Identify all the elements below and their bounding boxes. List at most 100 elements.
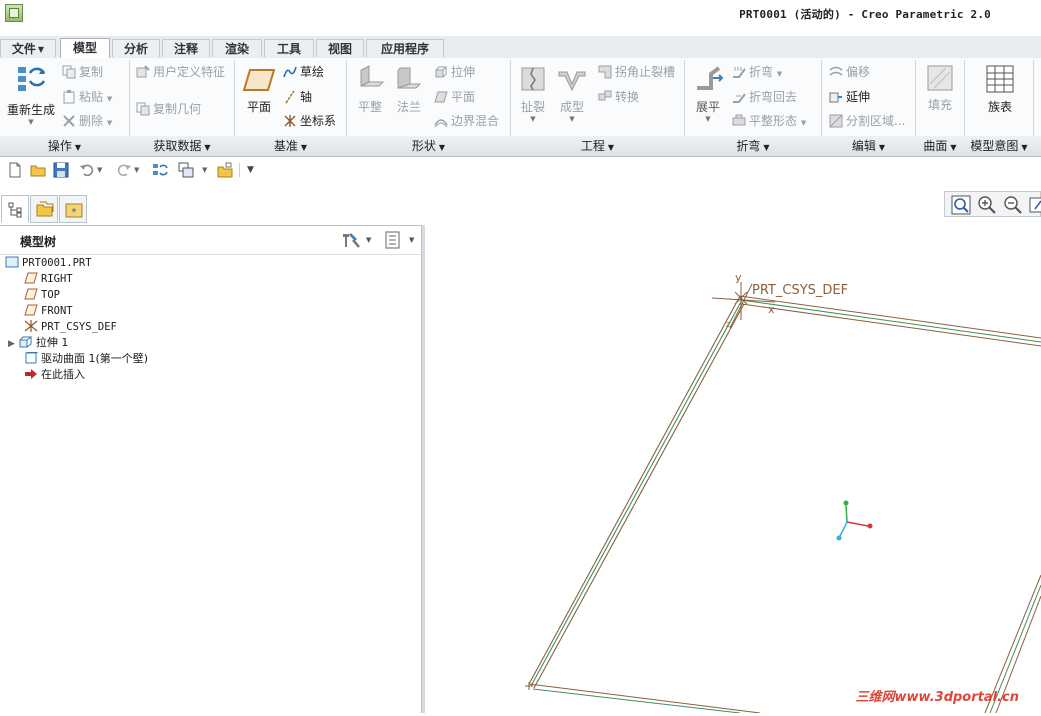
offset-button[interactable]: 偏移 — [829, 64, 870, 80]
coordinate-system-button[interactable]: 坐标系 — [283, 113, 336, 129]
split-area-icon — [829, 114, 843, 128]
save-icon[interactable] — [53, 162, 69, 178]
group-surfaces[interactable]: 曲面 ▼ — [916, 136, 964, 156]
repaint-icon[interactable] — [1029, 195, 1041, 215]
customize-toolbar-icon[interactable]: ▼ — [247, 165, 254, 175]
graphics-window[interactable]: y x z PRT_CSYS_DEF — [425, 183, 1041, 714]
tab-model[interactable]: 模型 — [60, 38, 110, 58]
datum-plane-button[interactable]: 平面 — [239, 66, 279, 115]
bend-button[interactable]: 折弯 ▼ — [732, 64, 782, 82]
tree-item-right-plane[interactable]: RIGHT — [24, 271, 73, 287]
tree-item-driving-surface[interactable]: 驱动曲面 1(第一个壁) — [24, 351, 148, 367]
tree-show-dropdown-icon[interactable]: ▼ — [409, 236, 414, 244]
datum-axis-button[interactable]: 轴 — [283, 89, 312, 105]
tab-file[interactable]: 文件 ▼ — [0, 39, 56, 57]
tree-item-extrude-1[interactable]: ▶ 拉伸 1 — [8, 335, 68, 351]
flange-wall-button[interactable]: 法兰 — [391, 64, 427, 115]
rip-button[interactable]: 扯裂 ▼ — [515, 64, 551, 123]
form-button[interactable]: 成型 ▼ — [554, 64, 590, 123]
zoom-in-icon[interactable] — [977, 195, 997, 215]
datum-plane-icon — [24, 272, 38, 284]
group-datum[interactable]: 基准 ▼ — [235, 136, 346, 156]
chevron-down-icon: ▼ — [569, 115, 575, 123]
planar-button[interactable]: 平面 — [434, 89, 475, 105]
bend-back-button[interactable]: 折弯回去 — [732, 89, 797, 105]
undo-dropdown-icon[interactable]: ▼ — [97, 166, 102, 174]
tab-applications[interactable]: 应用程序 — [366, 39, 444, 57]
convert-button[interactable]: 转换 — [598, 89, 639, 105]
group-bends[interactable]: 折弯 ▼ — [685, 136, 821, 156]
model-view-canvas[interactable]: y x z PRT_CSYS_DEF — [425, 183, 1041, 714]
copy-icon — [62, 65, 76, 79]
tab-view[interactable]: 视图 — [316, 39, 364, 57]
sheet-top-edge — [739, 295, 1041, 347]
group-operations[interactable]: 操作 ▼ — [0, 136, 129, 156]
close-window-folder-icon[interactable] — [217, 162, 233, 178]
chevron-down-icon: ▼ — [705, 115, 711, 123]
regenerate-icon — [18, 67, 46, 91]
regenerate-small-icon[interactable] — [152, 162, 168, 178]
copy-button[interactable]: 复制 — [62, 64, 103, 80]
open-folder-icon[interactable] — [30, 162, 46, 178]
delete-button[interactable]: 删除 ▼ — [62, 113, 112, 131]
flat-state-button[interactable]: 平整形态 ▼ — [732, 113, 806, 131]
chevron-down-icon: ▼ — [28, 118, 34, 126]
favorites-tab[interactable]: * — [59, 195, 87, 223]
group-engineering[interactable]: 工程 ▼ — [511, 136, 684, 156]
sketch-button[interactable]: 草绘 — [283, 64, 324, 80]
tab-render[interactable]: 渲染 — [212, 39, 262, 57]
tree-item-csys[interactable]: PRT_CSYS_DEF — [24, 319, 117, 335]
flat-wall-button[interactable]: 平整 — [352, 64, 388, 115]
tree-settings-tools-icon[interactable] — [341, 231, 361, 249]
copy-geometry-button[interactable]: 复制几何 — [136, 101, 201, 117]
redo-icon[interactable] — [116, 162, 132, 178]
redo-dropdown-icon[interactable]: ▼ — [134, 166, 139, 174]
tree-item-front-plane[interactable]: FRONT — [24, 303, 73, 319]
unbend-button[interactable]: 展平 ▼ — [689, 64, 727, 123]
family-table-button[interactable]: 族表 — [978, 64, 1022, 115]
group-shapes[interactable]: 形状 ▼ — [347, 136, 510, 156]
group-editing[interactable]: 编辑 ▼ — [822, 136, 915, 156]
extrude-button[interactable]: 拉伸 — [434, 64, 475, 80]
tree-item-part[interactable]: PRT0001.PRT — [5, 255, 92, 271]
csys-z-axis-label: z — [726, 320, 731, 330]
tree-show-icon[interactable] — [384, 231, 402, 249]
model-tree-tab[interactable] — [1, 195, 29, 223]
sheet-left-edge — [528, 295, 745, 689]
tree-item-insert-here[interactable]: 在此插入 — [24, 367, 85, 383]
creo-app-icon[interactable] — [5, 4, 23, 22]
new-file-icon[interactable] — [7, 162, 23, 178]
tree-item-top-plane[interactable]: TOP — [24, 287, 60, 303]
csys-name-label: PRT_CSYS_DEF — [752, 283, 848, 298]
toolbar-separator — [239, 163, 240, 177]
windows-dropdown-icon[interactable]: ▼ — [202, 166, 207, 174]
tab-analysis[interactable]: 分析 — [112, 39, 160, 57]
tab-annotate[interactable]: 注释 — [162, 39, 210, 57]
regenerate-button[interactable]: 重新生成 ▼ — [4, 63, 58, 126]
corner-relief-button[interactable]: 拐角止裂槽 — [598, 64, 675, 80]
zoom-out-icon[interactable] — [1003, 195, 1023, 215]
folder-browser-tab[interactable] — [30, 195, 58, 223]
boundary-blend-button[interactable]: 边界混合 — [434, 113, 499, 129]
site-watermark: 三维网www.3dportal.cn — [855, 690, 1019, 705]
fill-button[interactable]: 填充 — [922, 64, 958, 113]
group-model-intent[interactable]: 模型意图 ▼ — [965, 136, 1033, 156]
expand-arrow-icon[interactable]: ▶ — [8, 339, 15, 349]
chevron-down-icon: ▼ — [74, 143, 82, 152]
chevron-down-icon: ▼ — [950, 143, 957, 152]
graphics-view-toolbar — [944, 191, 1041, 217]
extend-button[interactable]: 延伸 — [829, 89, 870, 105]
group-get-data[interactable]: 获取数据 ▼ — [130, 136, 234, 156]
split-area-button[interactable]: 分割区域... — [829, 113, 905, 129]
tab-tools[interactable]: 工具 — [264, 39, 314, 57]
refit-icon[interactable] — [951, 195, 971, 215]
windows-icon[interactable] — [178, 162, 194, 178]
tree-settings-dropdown-icon[interactable]: ▼ — [366, 236, 371, 244]
insert-here-arrow-icon — [25, 369, 37, 379]
user-defined-feature-button[interactable]: 用户定义特征 — [136, 64, 225, 80]
paste-button[interactable]: 粘贴 ▼ — [62, 89, 112, 107]
undo-icon[interactable] — [79, 162, 95, 178]
navigator-tabs: * — [0, 195, 90, 225]
vertex-marker — [525, 682, 533, 690]
family-table-icon — [986, 65, 1014, 93]
